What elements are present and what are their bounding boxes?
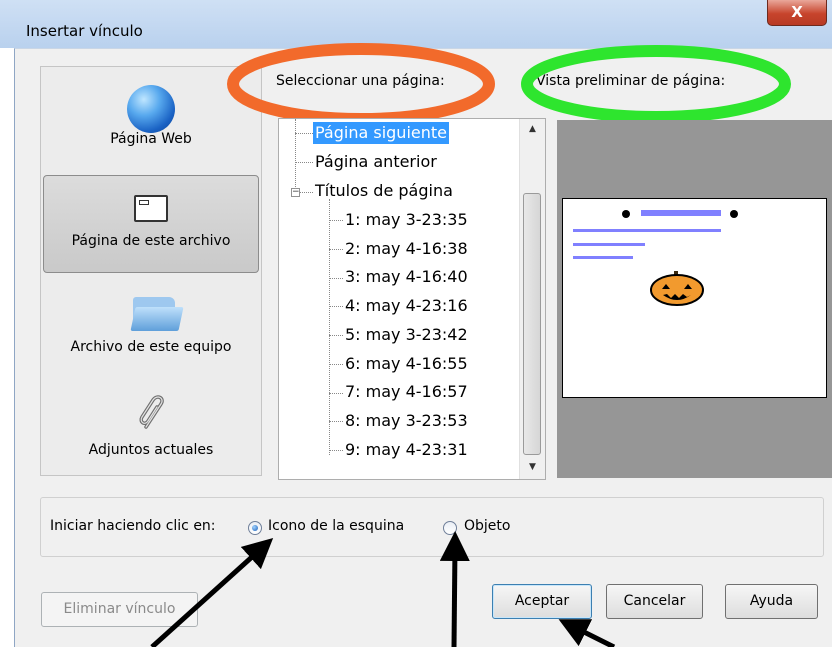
annotation-arrows (150, 531, 616, 647)
